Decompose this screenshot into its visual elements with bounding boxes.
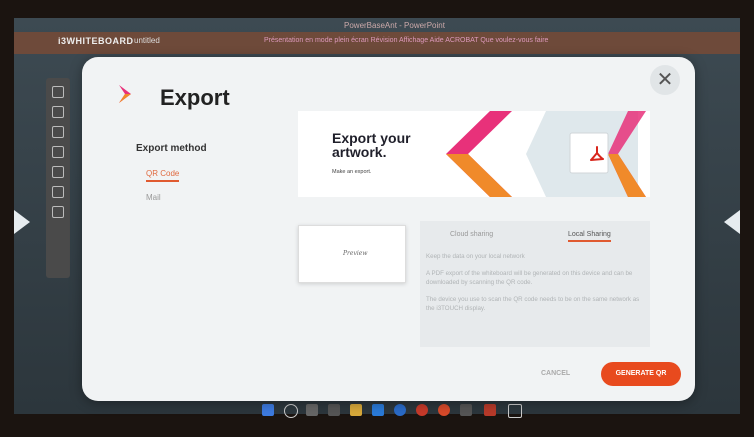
tool-icon[interactable] bbox=[52, 146, 64, 158]
option-mail[interactable]: Mail bbox=[146, 193, 161, 202]
description-heading: Keep the data on your local network bbox=[426, 253, 525, 260]
cancel-button[interactable]: CANCEL bbox=[541, 370, 570, 377]
ribbon-menu: Présentation en mode plein écran Révisio… bbox=[264, 37, 549, 44]
banner-graphic bbox=[446, 111, 650, 197]
banner-subtext: Make an export. bbox=[332, 169, 372, 175]
close-icon[interactable]: ✕ bbox=[650, 65, 680, 95]
banner-headline: Export your artwork. bbox=[332, 130, 411, 160]
tool-icon[interactable] bbox=[52, 86, 64, 98]
sharing-panel: Cloud sharing Local Sharing Keep the dat… bbox=[420, 221, 650, 347]
preview-text: Preview bbox=[343, 250, 368, 257]
app-icon[interactable] bbox=[460, 404, 472, 416]
tool-icon[interactable] bbox=[52, 186, 64, 198]
export-preview-thumbnail[interactable]: Preview bbox=[298, 225, 406, 283]
whiteboard-toolbar[interactable] bbox=[46, 78, 70, 278]
nav-left-icon[interactable] bbox=[14, 210, 30, 234]
export-dialog: Export ✕ Export method QR Code Mail Expo… bbox=[82, 57, 695, 401]
app-icon[interactable] bbox=[484, 404, 496, 416]
app-icon[interactable] bbox=[416, 404, 428, 416]
app-icon[interactable] bbox=[328, 404, 340, 416]
description-text: The device you use to scan the QR code n… bbox=[426, 296, 640, 312]
description-text: A PDF export of the whiteboard will be g… bbox=[426, 270, 633, 286]
start-icon[interactable] bbox=[262, 404, 274, 416]
app-name: i3WHITEBOARD bbox=[58, 36, 134, 46]
search-icon[interactable] bbox=[284, 404, 298, 418]
export-banner: Export your artwork. Make an export. bbox=[298, 111, 650, 197]
taskbar bbox=[0, 400, 754, 422]
dialog-title: Export bbox=[160, 85, 230, 110]
window-title: PowerBaseAnt - PowerPoint bbox=[344, 21, 445, 30]
tool-icon[interactable] bbox=[52, 206, 64, 218]
i3-logo-icon bbox=[119, 85, 131, 103]
tab-cloud-sharing[interactable]: Cloud sharing bbox=[450, 231, 493, 238]
option-qr-code[interactable]: QR Code bbox=[146, 169, 180, 182]
nav-right-icon[interactable] bbox=[724, 210, 740, 234]
app-icon[interactable] bbox=[372, 404, 384, 416]
doc-name[interactable]: untitled bbox=[134, 36, 160, 45]
generate-qr-button[interactable]: GENERATE QR bbox=[601, 362, 681, 386]
tool-icon[interactable] bbox=[52, 126, 64, 138]
browser-icon[interactable] bbox=[394, 404, 406, 416]
app-icon[interactable] bbox=[508, 404, 522, 418]
pdf-icon bbox=[590, 146, 604, 161]
app-icon[interactable] bbox=[438, 404, 450, 416]
tab-local-sharing[interactable]: Local Sharing bbox=[568, 231, 611, 242]
app-topbar: PowerBaseAnt - PowerPoint i3WHITEBOARD u… bbox=[14, 21, 740, 54]
folder-icon[interactable] bbox=[350, 404, 362, 416]
tool-icon[interactable] bbox=[52, 106, 64, 118]
tool-icon[interactable] bbox=[52, 166, 64, 178]
app-icon[interactable] bbox=[306, 404, 318, 416]
export-method-label: Export method bbox=[136, 143, 207, 154]
